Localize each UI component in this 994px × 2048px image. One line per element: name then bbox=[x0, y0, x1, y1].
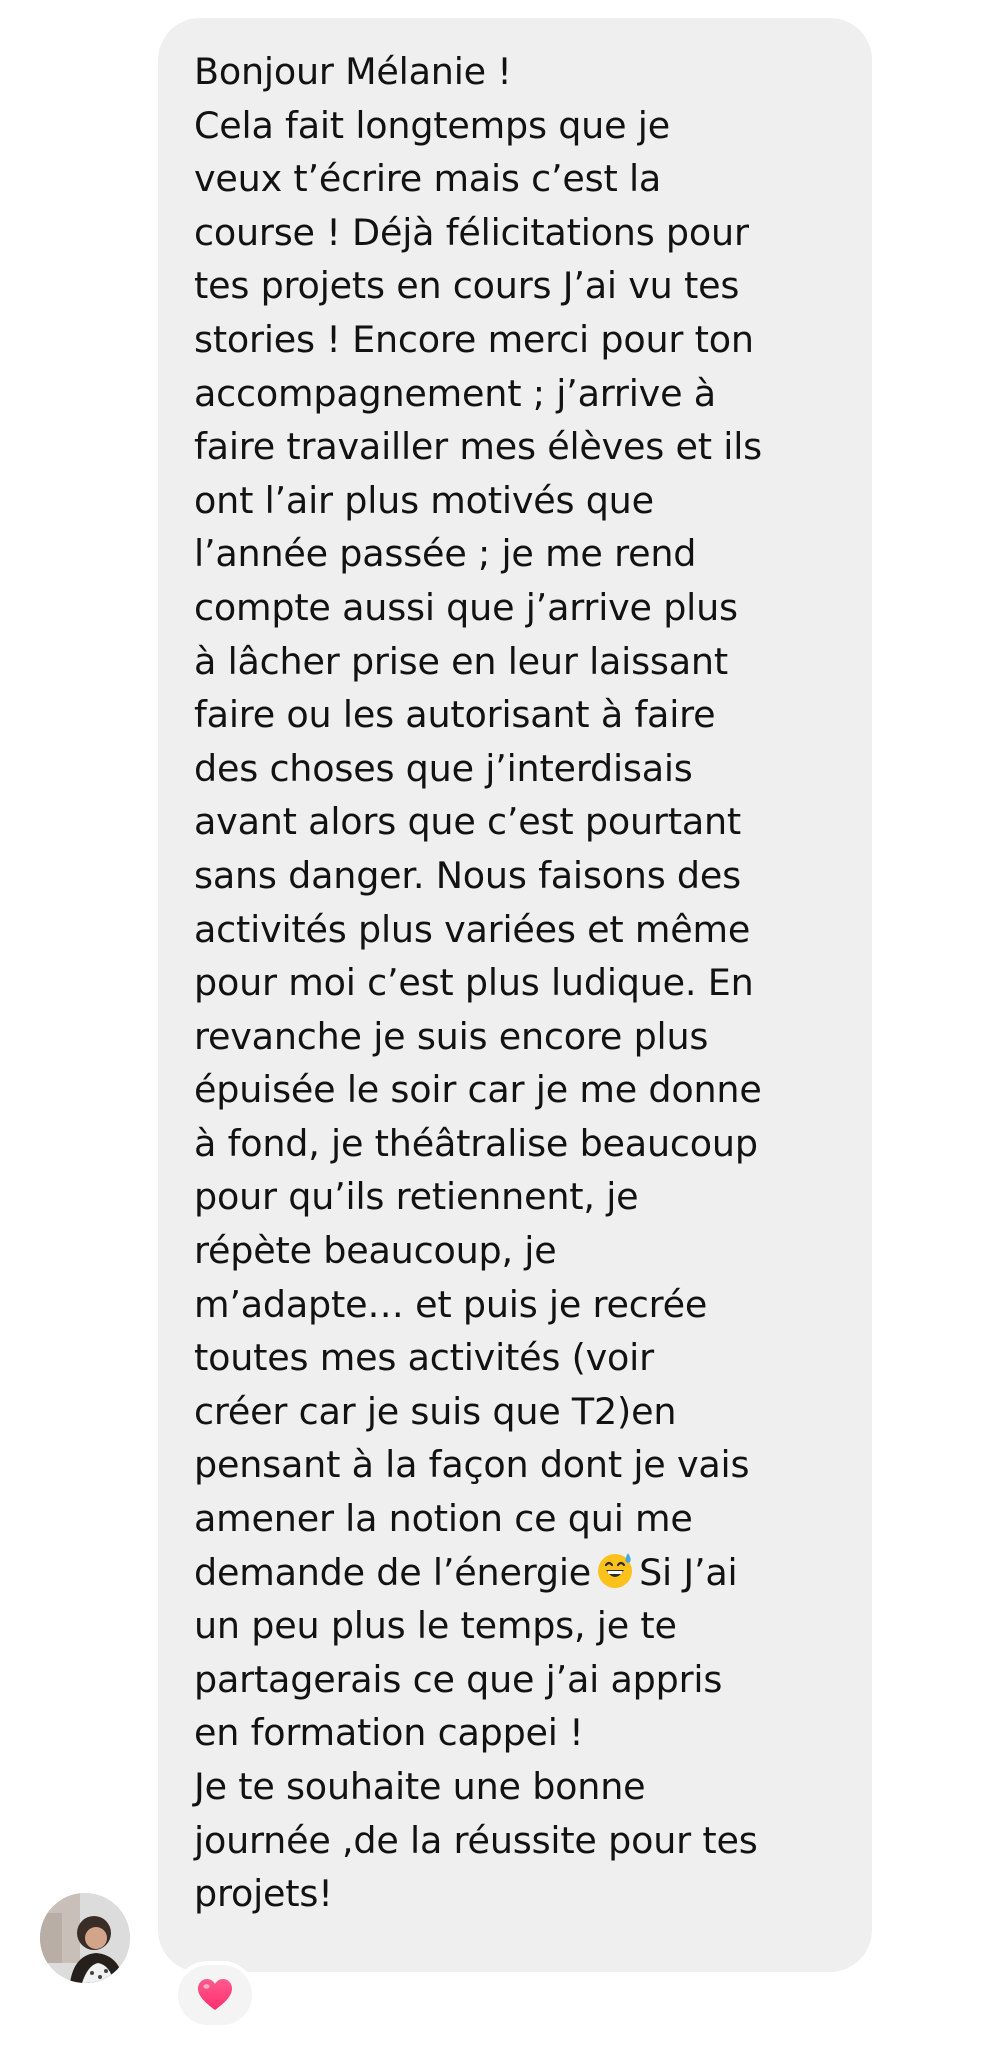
message-line: en formation cappei ! bbox=[194, 1711, 584, 1755]
message-line: des choses que j’interdisais bbox=[194, 746, 693, 790]
message-line: ont l’air plus motivés que bbox=[194, 478, 654, 522]
message-line: accompagnement ; j’arrive à bbox=[194, 371, 716, 415]
avatar[interactable] bbox=[40, 1893, 130, 1983]
message-line: sans danger. Nous faisons des bbox=[194, 853, 741, 897]
message-line: partagerais ce que j’ai appris bbox=[194, 1657, 723, 1701]
message-line: course ! Déjà félicitations pour bbox=[194, 210, 749, 254]
message-line: avant alors que c’est pourtant bbox=[194, 800, 742, 844]
message-text: demande de l’énergie bbox=[194, 1550, 592, 1594]
message-line: amener la notion ce qui me bbox=[194, 1497, 693, 1541]
message-line: veux t’écrire mais c’est la bbox=[194, 157, 662, 201]
message-line: faire ou les autorisant à faire bbox=[194, 693, 716, 737]
heart-icon bbox=[198, 1979, 232, 2010]
message-line: revanche je suis encore plus bbox=[194, 1014, 709, 1058]
message-line: faire travailler mes élèves et ils bbox=[194, 425, 762, 469]
message-line: épuisée le soir car je me donne bbox=[194, 1068, 762, 1112]
message-line-with-emoji: demande de l’énergie Si J’ai bbox=[194, 1546, 842, 1600]
message-line: Bonjour Mélanie ! bbox=[194, 50, 512, 93]
message-line: pour moi c’est plus ludique. En bbox=[194, 961, 754, 1005]
message-bubble[interactable]: Bonjour Mélanie ! Cela fait longtemps qu… bbox=[158, 18, 872, 1972]
message-line: créer car je suis que T2)en bbox=[194, 1389, 677, 1433]
message-line: projets! bbox=[194, 1872, 333, 1916]
message-line: un peu plus le temps, je te bbox=[194, 1604, 677, 1648]
reaction-badge[interactable] bbox=[174, 1961, 256, 2029]
message-line: m’adapte… et puis je recrée bbox=[194, 1282, 708, 1326]
message-line: à fond, je théâtralise beaucoup bbox=[194, 1121, 758, 1165]
message-line: répète beaucoup, je bbox=[194, 1229, 557, 1273]
user-avatar-photo bbox=[40, 1893, 130, 1983]
message-line: Je te souhaite une bonne bbox=[194, 1765, 646, 1808]
message-line: stories ! Encore merci pour ton bbox=[194, 317, 754, 361]
message-text: Si J’ai bbox=[639, 1550, 738, 1594]
message-line: activités plus variées et même bbox=[194, 907, 751, 951]
message-line: Cela fait longtemps que je bbox=[194, 103, 670, 147]
message-line: pensant à la façon dont je vais bbox=[194, 1443, 750, 1487]
grinning-face-with-sweat-icon bbox=[595, 1550, 635, 1605]
message-line: pour qu’ils retiennent, je bbox=[194, 1175, 639, 1219]
message-line: à lâcher prise en leur laissant bbox=[194, 639, 728, 683]
message-line: tes projets en cours J’ai vu tes bbox=[194, 264, 740, 308]
message-line: journée ,de la réussite pour tes bbox=[194, 1818, 758, 1862]
message-line: compte aussi que j’arrive plus bbox=[194, 585, 738, 629]
message-line: toutes mes activités (voir bbox=[194, 1336, 654, 1380]
message-line: l’année passée ; je me rend bbox=[194, 532, 697, 576]
